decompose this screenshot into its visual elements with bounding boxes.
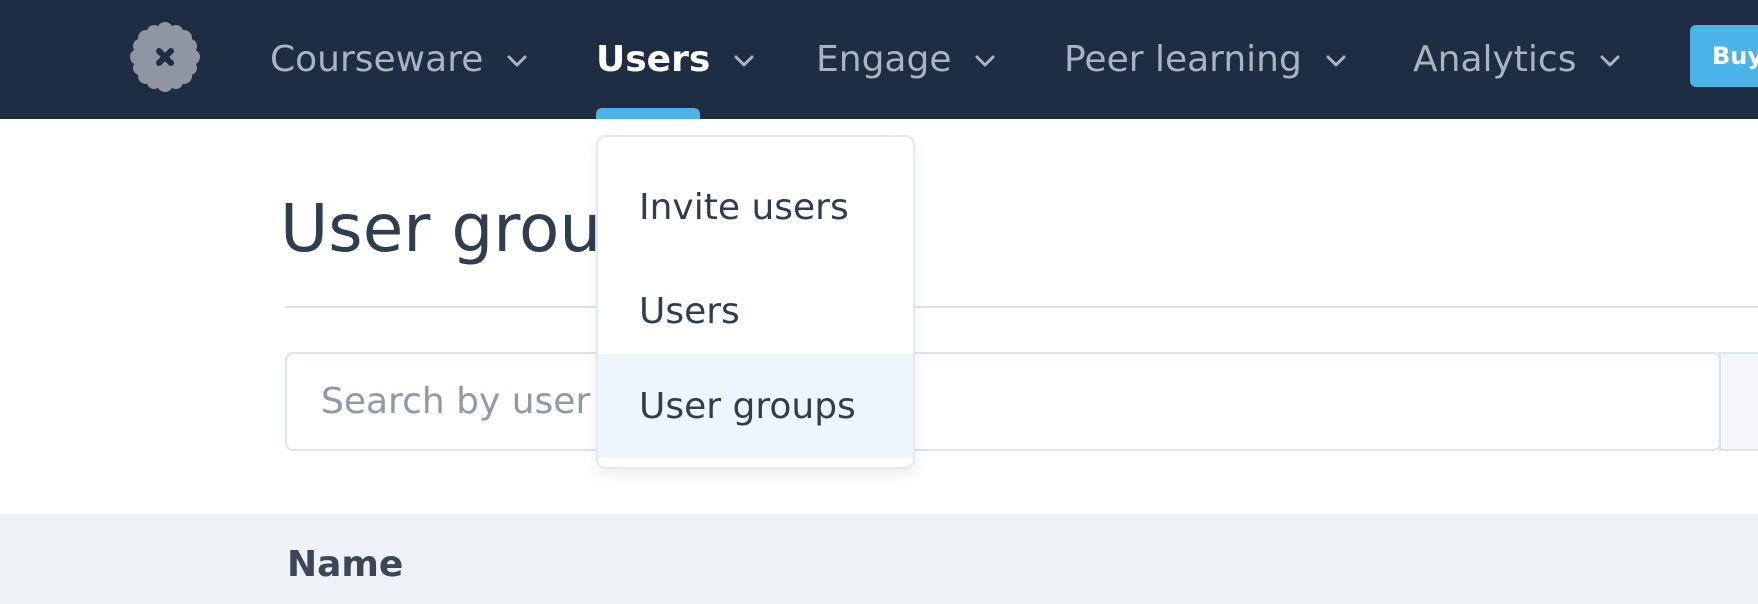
nav-item-users[interactable]: Users	[596, 0, 756, 119]
nav-item-label: Peer learning	[1064, 39, 1302, 80]
nav-item-label: Courseware	[270, 39, 484, 80]
nav-item-courseware[interactable]: Courseware	[270, 0, 529, 119]
menu-item-label: Users	[639, 290, 740, 332]
flower-logo-icon[interactable]	[128, 20, 202, 94]
menu-item-invite-users[interactable]: Invite users	[598, 155, 913, 259]
active-nav-indicator	[596, 108, 700, 119]
buy-button-label: Buy	[1712, 42, 1758, 70]
nav-item-label: Users	[596, 39, 711, 80]
top-navigation-bar: Courseware Users Engage Peer learning An…	[0, 0, 1758, 119]
users-dropdown-menu: Invite users Users User groups	[596, 135, 915, 469]
buy-button[interactable]: Buy	[1690, 25, 1758, 87]
nav-item-label: Engage	[816, 39, 952, 80]
chevron-down-icon	[1600, 55, 1620, 66]
menu-item-users[interactable]: Users	[598, 259, 913, 363]
menu-item-label: User groups	[639, 385, 856, 427]
chevron-down-icon	[734, 55, 754, 66]
nav-item-analytics[interactable]: Analytics	[1413, 0, 1622, 119]
table-header-row: Name	[0, 514, 1758, 604]
title-divider	[285, 306, 1758, 308]
nav-item-engage[interactable]: Engage	[816, 0, 997, 119]
search-addon[interactable]	[1719, 352, 1758, 451]
nav-item-label: Analytics	[1413, 39, 1577, 80]
search-input[interactable]	[285, 352, 1721, 451]
nav-item-peer-learning[interactable]: Peer learning	[1064, 0, 1348, 119]
chevron-down-icon	[1326, 55, 1346, 66]
chevron-down-icon	[975, 55, 995, 66]
chevron-down-icon	[507, 55, 527, 66]
menu-item-label: Invite users	[639, 186, 849, 228]
menu-item-user-groups[interactable]: User groups	[598, 354, 913, 458]
column-header-name[interactable]: Name	[287, 544, 403, 585]
